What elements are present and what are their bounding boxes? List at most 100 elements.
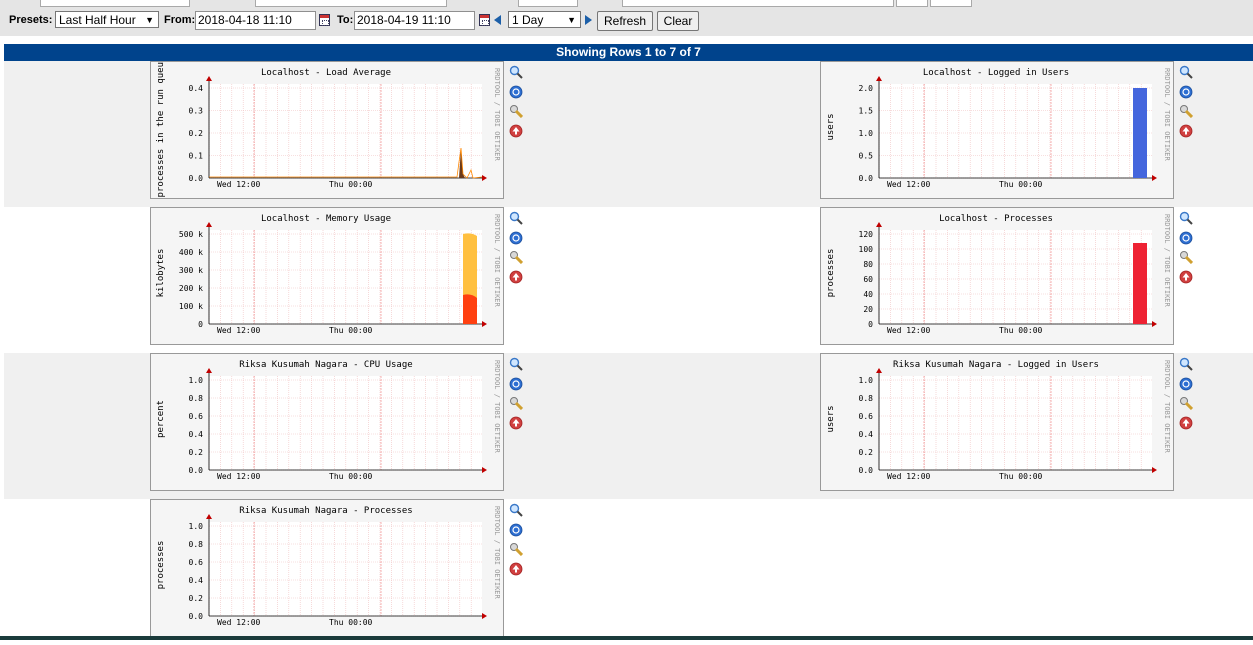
page-bottom-border — [0, 636, 1253, 640]
y-tick-label: 0.0 — [859, 174, 874, 183]
graph[interactable]: 2.0 1.5 1.0 0.5 0.0 Localhost - Logged in Use… — [820, 61, 1174, 199]
remove-icon[interactable] — [1179, 416, 1193, 430]
y-tick-label: 0.0 — [189, 174, 204, 183]
y-tick-label: 0.1 — [189, 152, 204, 161]
edit-icon[interactable] — [509, 250, 523, 264]
rrdtool-watermark: RRDTOOL / TOBI OETIKER — [493, 214, 501, 308]
y-tick-label: 60 — [863, 275, 873, 284]
to-calendar-icon[interactable] — [479, 14, 490, 26]
y-tick-label: 0.0 — [859, 466, 874, 475]
edit-icon[interactable] — [509, 542, 523, 556]
edit-icon[interactable] — [509, 104, 523, 118]
clipped-field[interactable] — [518, 0, 578, 7]
info-icon[interactable] — [509, 377, 523, 391]
y-tick-label: 1.0 — [859, 129, 874, 138]
clipped-field[interactable] — [622, 0, 894, 7]
y-tick-label: 120 — [859, 230, 874, 239]
graph-canvas: 2.0 1.5 1.0 0.5 0.0 Localhost - Logged in Use… — [826, 68, 1171, 189]
refresh-button[interactable]: Refresh — [597, 11, 653, 31]
remove-icon[interactable] — [1179, 270, 1193, 284]
y-tick-label: 0.0 — [189, 612, 204, 621]
timespan-select-value: 1 Day — [512, 13, 544, 27]
zoom-icon[interactable] — [1179, 65, 1193, 79]
from-date-input[interactable]: 2018-04-18 11:10 — [195, 11, 316, 30]
timespan-select[interactable]: 1 Day ▼ — [508, 11, 581, 28]
edit-icon[interactable] — [1179, 250, 1193, 264]
clipped-field[interactable] — [40, 0, 190, 7]
clipped-field[interactable] — [255, 0, 447, 7]
x-tick-label: Wed 12:00 — [217, 180, 261, 189]
graph[interactable]: 1.0 0.8 0.6 0.4 0.2 0.0 Riksa Kusumah Nagara -… — [820, 353, 1174, 491]
y-tick-label: 0.2 — [189, 594, 204, 603]
y-tick-label: 1.0 — [189, 522, 204, 531]
y-tick-label: 300 k — [179, 266, 203, 275]
y-tick-label: 0.4 — [189, 576, 204, 585]
graph-title: Localhost - Memory Usage — [261, 214, 391, 224]
graph-canvas: 1.0 0.8 0.6 0.4 0.2 0.0 Riksa Kusumah Nagara -… — [156, 506, 501, 627]
clear-button[interactable]: Clear — [657, 11, 699, 31]
remove-icon[interactable] — [509, 124, 523, 138]
x-tick-label: Thu 00:00 — [999, 326, 1043, 335]
edit-icon[interactable] — [1179, 396, 1193, 410]
graph-title: Riksa Kusumah Nagara - Logged in Users — [893, 360, 1099, 370]
shift-right-icon[interactable] — [585, 15, 592, 25]
y-axis-label: processes in the run queue — [156, 62, 166, 197]
y-tick-label: 0.8 — [859, 394, 874, 403]
x-tick-label: Thu 00:00 — [329, 618, 373, 627]
y-tick-label: 0.2 — [189, 448, 204, 457]
filter-bar: Presets: Last Half Hour ▼ From: 2018-04-… — [0, 0, 1253, 36]
y-tick-label: 1.0 — [859, 376, 874, 385]
rrdtool-watermark: RRDTOOL / TOBI OETIKER — [1163, 214, 1171, 308]
x-tick-label: Wed 12:00 — [217, 326, 261, 335]
y-tick-label: 80 — [863, 260, 873, 269]
remove-icon[interactable] — [509, 416, 523, 430]
edit-icon[interactable] — [509, 396, 523, 410]
to-date-input[interactable]: 2018-04-19 11:10 — [354, 11, 475, 30]
edit-icon[interactable] — [1179, 104, 1193, 118]
rows-banner: Showing Rows 1 to 7 of 7 — [4, 44, 1253, 61]
zoom-icon[interactable] — [509, 211, 523, 225]
info-icon[interactable] — [1179, 231, 1193, 245]
info-icon[interactable] — [509, 231, 523, 245]
y-tick-label: 0.2 — [859, 448, 874, 457]
y-tick-label: 0.4 — [189, 430, 204, 439]
remove-icon[interactable] — [1179, 124, 1193, 138]
y-tick-label: 500 k — [179, 230, 203, 239]
info-icon[interactable] — [1179, 85, 1193, 99]
x-tick-label: Thu 00:00 — [999, 472, 1043, 481]
y-axis-label: users — [826, 405, 836, 432]
clipped-button[interactable] — [930, 0, 972, 7]
from-calendar-icon[interactable] — [319, 14, 330, 26]
zoom-icon[interactable] — [1179, 357, 1193, 371]
info-icon[interactable] — [509, 85, 523, 99]
x-tick-label: Wed 12:00 — [887, 180, 931, 189]
clipped-button[interactable] — [896, 0, 928, 7]
graph-title: Riksa Kusumah Nagara - Processes — [239, 506, 412, 516]
graph[interactable]: 0.4 0.3 0.2 0.1 0.0 Localhost - Load Average p… — [150, 61, 504, 199]
x-tick-label: Thu 00:00 — [329, 326, 373, 335]
info-icon[interactable] — [509, 523, 523, 537]
rrdtool-watermark: RRDTOOL / TOBI OETIKER — [493, 506, 501, 600]
graph-canvas: 120 100 80 60 40 20 0 Localhost - Processes proc… — [826, 214, 1171, 335]
remove-icon[interactable] — [509, 270, 523, 284]
zoom-icon[interactable] — [1179, 211, 1193, 225]
y-tick-label: 0.2 — [189, 129, 204, 138]
zoom-icon[interactable] — [509, 503, 523, 517]
graph[interactable]: 1.0 0.8 0.6 0.4 0.2 0.0 Riksa Kusumah Nagara -… — [150, 499, 504, 637]
presets-select[interactable]: Last Half Hour ▼ — [55, 11, 159, 28]
y-tick-label: 0 — [198, 320, 203, 329]
presets-select-value: Last Half Hour — [59, 13, 136, 27]
remove-icon[interactable] — [509, 562, 523, 576]
graph[interactable]: 500 k 400 k 300 k 200 k 100 k 0 Localhost - Me… — [150, 207, 504, 345]
zoom-icon[interactable] — [509, 357, 523, 371]
graph[interactable]: 1.0 0.8 0.6 0.4 0.2 0.0 Riksa Kusumah Nagara -… — [150, 353, 504, 491]
x-tick-label: Thu 00:00 — [329, 180, 373, 189]
shift-left-icon[interactable] — [494, 15, 501, 25]
info-icon[interactable] — [1179, 377, 1193, 391]
dropdown-arrow-icon: ▼ — [145, 15, 154, 25]
y-tick-label: 0.6 — [189, 558, 204, 567]
zoom-icon[interactable] — [509, 65, 523, 79]
x-tick-label: Wed 12:00 — [887, 472, 931, 481]
graph[interactable]: 120 100 80 60 40 20 0 Localhost - Processes proc… — [820, 207, 1174, 345]
y-tick-label: 1.5 — [859, 107, 874, 116]
